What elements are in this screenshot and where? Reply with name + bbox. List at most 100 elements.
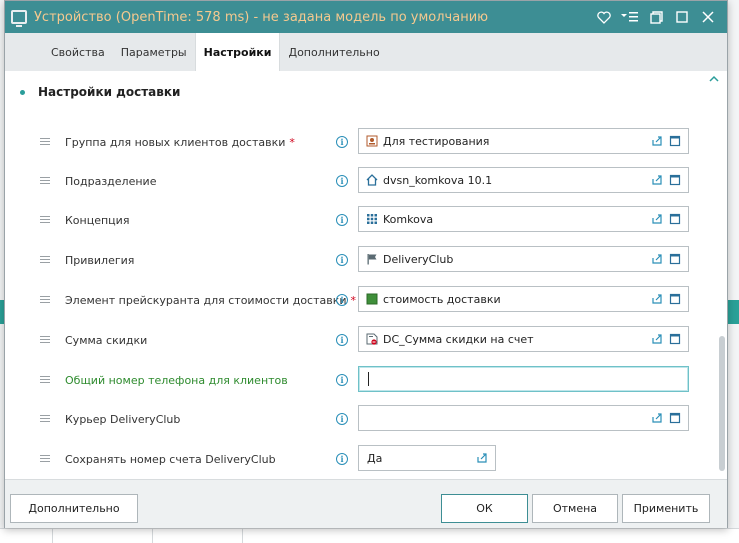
background-grid-row [0, 528, 739, 543]
setting-row: Общий номер телефона для клиентов i [5, 366, 705, 396]
tab-bar: Свойства Параметры Настройки Дополнитель… [5, 33, 727, 71]
restore-window-icon[interactable] [643, 4, 669, 30]
grid-icon [367, 214, 377, 224]
delivery-price-item-field[interactable]: стоимость доставки [358, 286, 689, 312]
bullet-icon [20, 89, 25, 95]
required-marker: * [350, 294, 357, 307]
field-label: Сохранять номер счета DeliveryClub [65, 453, 276, 466]
open-window-icon[interactable] [669, 253, 681, 265]
field-value: DeliveryClub [383, 252, 454, 266]
info-icon[interactable]: i [336, 413, 348, 425]
setting-row: Группа для новых клиентов доставки * i Дл… [5, 128, 705, 158]
info-icon[interactable]: i [336, 175, 348, 187]
go-to-icon[interactable] [651, 412, 663, 424]
info-icon[interactable]: i [336, 254, 348, 266]
drag-handle-icon[interactable] [40, 256, 50, 264]
go-to-icon[interactable] [651, 293, 663, 305]
department-field[interactable]: dvsn_komkova 10.1 [358, 167, 689, 193]
flag-icon [367, 254, 377, 265]
field-value: Для тестирования [383, 134, 490, 148]
go-to-icon[interactable] [651, 135, 663, 147]
device-dialog: Устройство (OpenTime: 578 ms) - не задан… [4, 0, 728, 528]
vertical-scrollbar[interactable] [715, 76, 725, 476]
drag-handle-icon[interactable] [40, 415, 50, 423]
go-to-icon[interactable] [651, 213, 663, 225]
favorite-heart-icon[interactable] [591, 4, 617, 30]
info-icon[interactable]: i [336, 374, 348, 386]
maximize-icon[interactable] [669, 4, 695, 30]
drag-handle-icon[interactable] [40, 216, 50, 224]
info-icon[interactable]: i [336, 214, 348, 226]
field-value: dvsn_komkova 10.1 [383, 173, 493, 187]
window-controls [591, 1, 721, 33]
open-window-icon[interactable] [669, 293, 681, 305]
cancel-button[interactable]: Отмена [532, 494, 618, 523]
go-to-icon[interactable] [651, 333, 663, 345]
privilege-field[interactable]: DeliveryClub [358, 246, 689, 272]
drag-handle-icon[interactable] [40, 376, 50, 384]
field-value: Да [367, 451, 383, 465]
open-window-icon[interactable] [669, 333, 681, 345]
setting-row: Элемент прейскуранта для стоимости доста… [5, 286, 705, 316]
drag-handle-icon[interactable] [40, 138, 50, 146]
info-icon[interactable]: i [336, 334, 348, 346]
discount-amount-field[interactable]: DC_Сумма скидки на счет [358, 326, 689, 352]
close-icon[interactable] [695, 4, 721, 30]
field-label: Концепция [65, 214, 130, 227]
drag-handle-icon[interactable] [40, 296, 50, 304]
field-label: Курьер DeliveryClub [65, 413, 181, 426]
go-to-icon[interactable] [651, 174, 663, 186]
info-icon[interactable]: i [336, 136, 348, 148]
setting-row: Сохранять номер счета DeliveryClub i Да [5, 445, 705, 475]
title-bar[interactable]: Устройство (OpenTime: 578 ms) - не задан… [5, 1, 727, 33]
info-icon[interactable]: i [336, 453, 348, 465]
scrollbar-thumb[interactable] [719, 336, 725, 471]
field-label: Сумма скидки [65, 334, 148, 347]
setting-row: Подразделение i dvsn_komkova 10.1 [5, 167, 705, 197]
monitor-icon [11, 10, 27, 27]
open-window-icon[interactable] [669, 412, 681, 424]
info-icon[interactable]: i [336, 294, 348, 306]
menu-dropdown-icon[interactable] [617, 4, 643, 30]
drag-handle-icon[interactable] [40, 336, 50, 344]
go-to-icon[interactable] [651, 253, 663, 265]
text-cursor [368, 372, 369, 386]
open-window-icon[interactable] [669, 174, 681, 186]
field-label: Группа для новых клиентов доставки * [65, 136, 295, 149]
more-button[interactable]: Дополнительно [10, 494, 138, 523]
setting-row: Курьер DeliveryClub i [5, 405, 705, 435]
save-bill-number-select[interactable]: Да [358, 445, 496, 471]
apply-button[interactable]: Применить [622, 494, 710, 523]
section-title: Настройки доставки [38, 85, 181, 99]
home-icon [366, 174, 378, 186]
required-marker: * [289, 136, 295, 149]
drag-handle-icon[interactable] [40, 177, 50, 185]
drag-handle-icon[interactable] [40, 455, 50, 463]
new-clients-group-field[interactable]: Для тестирования [358, 128, 689, 154]
open-window-icon[interactable] [669, 135, 681, 147]
dialog-footer: Дополнительно ОК Отмена Применить [5, 479, 727, 528]
phone-number-input[interactable] [358, 366, 689, 392]
tab-parameters[interactable]: Параметры [113, 33, 195, 71]
dropdown-icon[interactable] [476, 452, 488, 464]
field-label: Общий номер телефона для клиентов [65, 374, 288, 387]
section-header[interactable]: Настройки доставки [20, 85, 180, 99]
tab-properties[interactable]: Свойства [43, 33, 113, 71]
setting-row: Концепция i Komkova [5, 206, 705, 236]
field-value: DC_Сумма скидки на счет [383, 332, 534, 346]
contact-card-icon [366, 135, 378, 147]
tab-settings[interactable]: Настройки [194, 33, 281, 71]
setting-row: Сумма скидки i DC_Сумма скидки на счет [5, 326, 705, 356]
concept-field[interactable]: Komkova [358, 206, 689, 232]
open-window-icon[interactable] [669, 213, 681, 225]
field-value: стоимость доставки [383, 292, 501, 306]
background-selection-right [727, 300, 739, 324]
field-value: Komkova [383, 212, 434, 226]
field-label: Подразделение [65, 175, 157, 188]
field-label: Элемент прейскуранта для стоимости доста… [65, 294, 357, 307]
discount-icon [366, 333, 378, 345]
field-label: Привилегия [65, 254, 135, 267]
tab-additional[interactable]: Дополнительно [280, 33, 387, 71]
courier-field[interactable] [358, 405, 689, 431]
ok-button[interactable]: ОК [441, 494, 528, 523]
